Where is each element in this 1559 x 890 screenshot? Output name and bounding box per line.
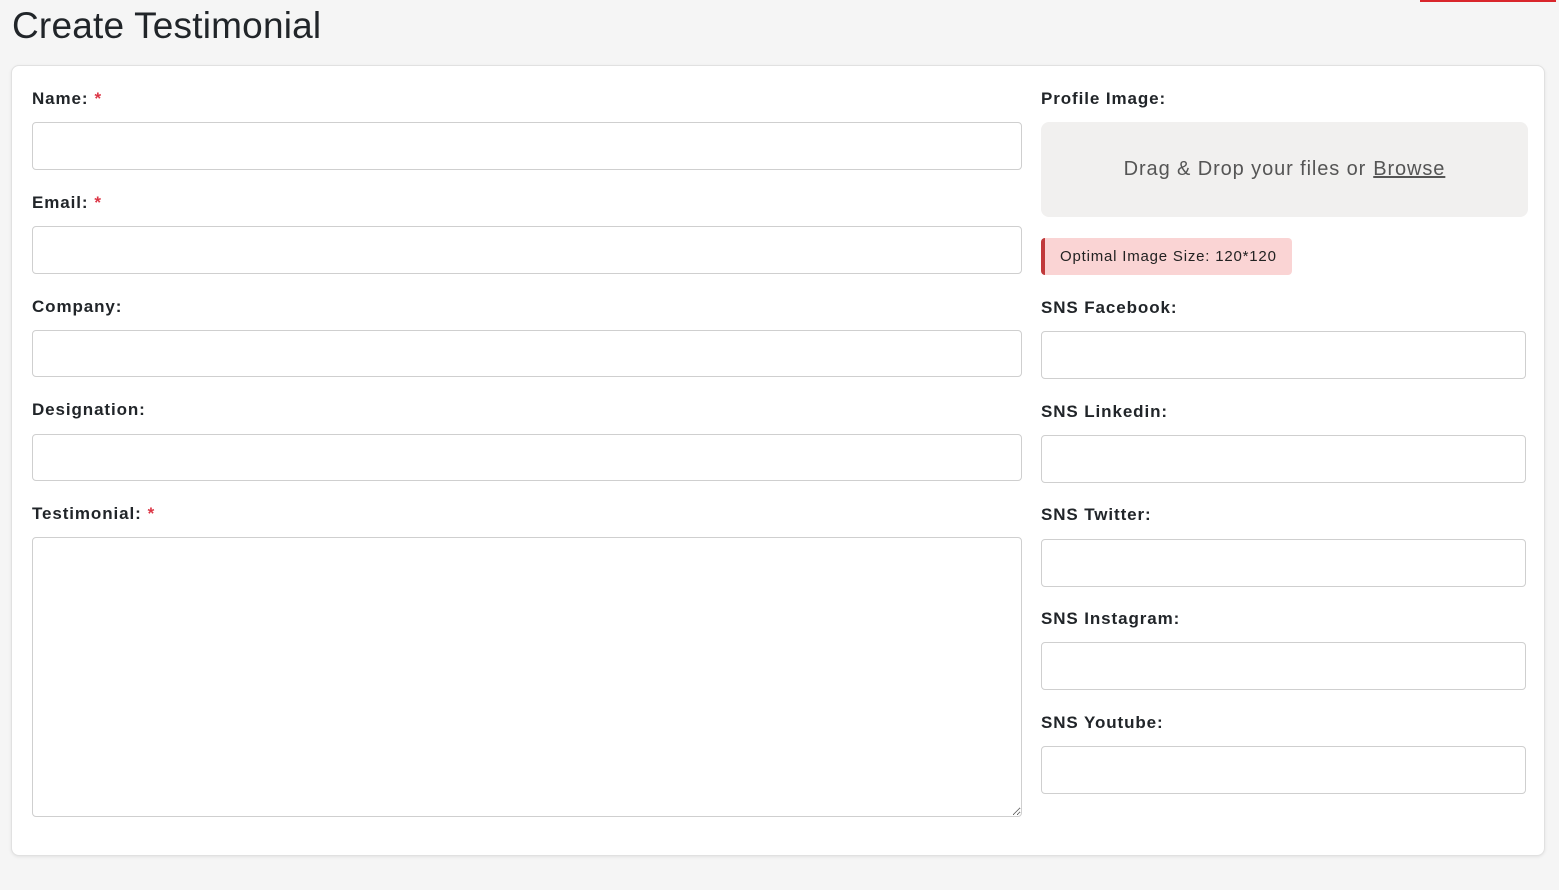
sns-twitter-input[interactable] [1041, 539, 1526, 587]
sns-facebook-label: SNS Facebook: [1041, 298, 1178, 317]
top-accent-bar [1420, 0, 1556, 2]
page-title: Create Testimonial [12, 5, 322, 46]
sns-facebook-input[interactable] [1041, 331, 1526, 379]
email-label: Email: * [32, 193, 102, 213]
sns-youtube-label: SNS Youtube: [1041, 713, 1164, 732]
email-label-text: Email: [32, 193, 89, 212]
name-input[interactable] [32, 122, 1022, 170]
testimonial-required-marker: * [147, 504, 156, 523]
dropzone-text: Drag & Drop your files or [1123, 158, 1367, 180]
designation-label: Designation: [32, 400, 146, 419]
sns-youtube-input[interactable] [1041, 746, 1526, 794]
sns-linkedin-input[interactable] [1041, 435, 1526, 483]
sns-linkedin-label: SNS Linkedin: [1041, 402, 1168, 421]
designation-input[interactable] [32, 434, 1022, 481]
email-input[interactable] [32, 226, 1022, 274]
email-required-marker: * [94, 193, 102, 212]
name-label: Name: * [32, 89, 102, 109]
testimonial-form-card: Name: * Email: * Company: Designation: Tes… [11, 65, 1545, 856]
browse-link[interactable]: Browse [1373, 158, 1445, 181]
company-label: Company: [32, 297, 123, 316]
sns-instagram-label: SNS Instagram: [1041, 609, 1181, 628]
image-size-hint: Optimal Image Size: 120*120 [1041, 238, 1292, 275]
testimonial-label: Testimonial: * [32, 504, 155, 524]
company-input[interactable] [32, 330, 1022, 377]
sns-instagram-input[interactable] [1041, 642, 1526, 690]
name-required-marker: * [94, 89, 102, 108]
profile-image-label: Profile Image: [1041, 89, 1167, 108]
name-label-text: Name: [32, 89, 89, 108]
sns-twitter-label: SNS Twitter: [1041, 505, 1152, 524]
testimonial-textarea[interactable] [32, 537, 1022, 817]
profile-image-dropzone[interactable]: Drag & Drop your files or Browse [1041, 122, 1528, 217]
testimonial-label-text: Testimonial: [32, 504, 142, 523]
